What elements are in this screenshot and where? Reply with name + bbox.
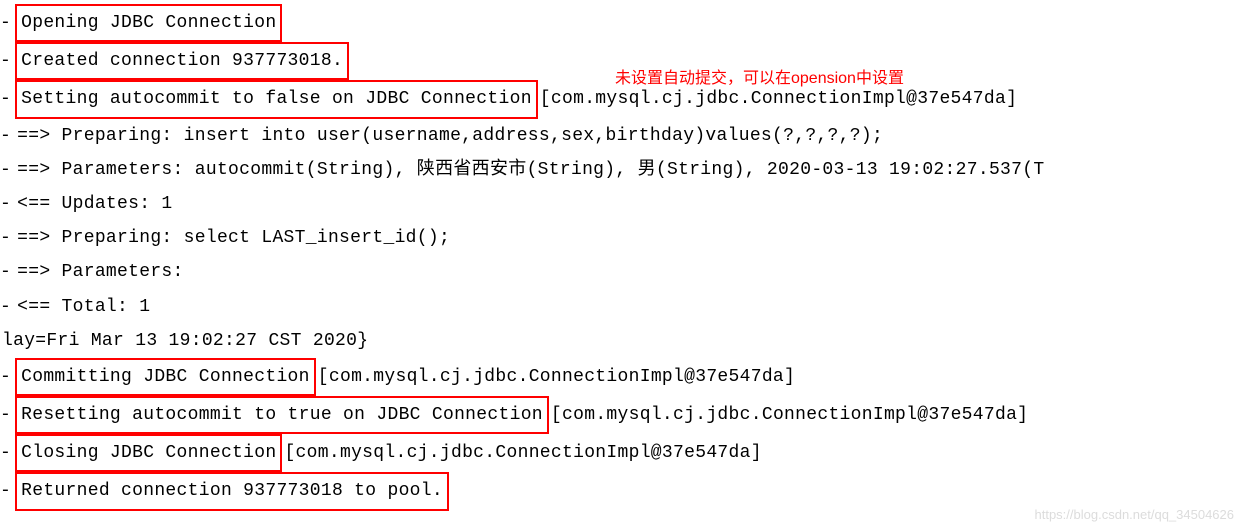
line-dash: - [0,255,11,289]
line-dash: - [0,187,11,221]
boxed-text: Setting autocommit to false on JDBC Conn… [15,80,538,118]
line-after: <== Total: 1 [17,290,150,324]
line-after: lay=Fri Mar 13 19:02:27 CST 2020} [2,324,368,358]
line-after: ==> Preparing: select LAST_insert_id(); [17,221,450,255]
line-dash: - [0,474,11,508]
line-dash: - [0,436,11,470]
line-after: ==> Parameters: [17,255,184,289]
line-dash: - [0,6,11,40]
line-dash: - [0,360,11,394]
line-after: [com.mysql.cj.jdbc.ConnectionImpl@37e547… [318,360,795,394]
log-line: - Resetting autocommit to true on JDBC C… [0,396,1242,434]
log-line: - ==> Parameters: [0,255,1242,289]
line-dash: - [0,398,11,432]
boxed-text: Closing JDBC Connection [15,434,282,472]
line-dash: - [0,44,11,78]
line-dash: - [0,221,11,255]
log-line: lay=Fri Mar 13 19:02:27 CST 2020} [0,324,1242,358]
log-line: - <== Updates: 1 [0,187,1242,221]
boxed-text: Resetting autocommit to true on JDBC Con… [15,396,549,434]
line-dash: - [0,119,11,153]
log-line: - ==> Preparing: select LAST_insert_id()… [0,221,1242,255]
line-after: [com.mysql.cj.jdbc.ConnectionImpl@37e547… [284,436,761,470]
log-line: - Closing JDBC Connection [com.mysql.cj.… [0,434,1242,472]
line-after: ==> Parameters: autocommit(String), 陕西省西… [17,153,1044,187]
boxed-text: Created connection 937773018. [15,42,349,80]
boxed-text: Opening JDBC Connection [15,4,282,42]
line-after: ==> Preparing: insert into user(username… [17,119,883,153]
line-dash: - [0,290,11,324]
log-line: - Committing JDBC Connection [com.mysql.… [0,358,1242,396]
watermark-text: https://blog.csdn.net/qq_34504626 [1035,503,1235,528]
line-dash: - [0,153,11,187]
boxed-text: Returned connection 937773018 to pool. [15,472,449,510]
line-after: <== Updates: 1 [17,187,172,221]
line-after: [com.mysql.cj.jdbc.ConnectionImpl@37e547… [551,398,1028,432]
log-line: - ==> Preparing: insert into user(userna… [0,119,1242,153]
line-dash: - [0,82,11,116]
log-line: - Opening JDBC Connection [0,4,1242,42]
annotation-text: 未设置自动提交，可以在opension中设置 [615,64,904,94]
log-line: - <== Total: 1 [0,290,1242,324]
log-line: - ==> Parameters: autocommit(String), 陕西… [0,153,1242,187]
boxed-text: Committing JDBC Connection [15,358,316,396]
